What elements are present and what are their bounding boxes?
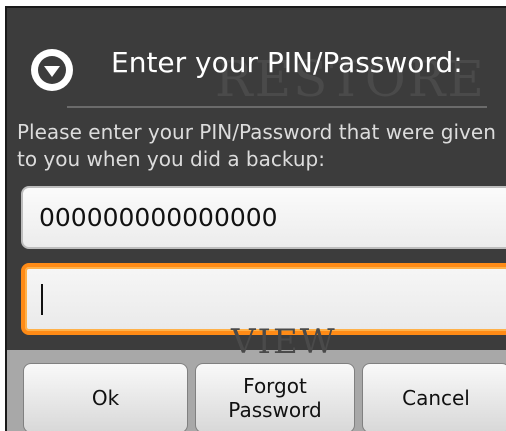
forgot-password-label-line2: Password (228, 398, 322, 422)
circle-chevron-down-icon (31, 49, 73, 91)
title-divider (67, 106, 487, 108)
pin-input[interactable] (21, 186, 506, 249)
cancel-button[interactable]: Cancel (362, 363, 506, 431)
forgot-password-label-line1: Forgot (243, 374, 307, 398)
dialog-message: Please enter your PIN/Password that were… (17, 120, 496, 171)
screen: RESTORE Enter your PIN/Password: Please … (0, 0, 506, 431)
dialog-title-bar: Enter your PIN/Password: (7, 8, 506, 108)
ok-button[interactable]: Ok (23, 363, 188, 431)
text-cursor (41, 284, 43, 315)
pin-password-dialog: RESTORE Enter your PIN/Password: Please … (5, 6, 506, 431)
password-input[interactable] (21, 263, 506, 335)
forgot-password-button[interactable]: Forgot Password (195, 363, 355, 431)
dialog-title: Enter your PIN/Password: (111, 46, 463, 79)
